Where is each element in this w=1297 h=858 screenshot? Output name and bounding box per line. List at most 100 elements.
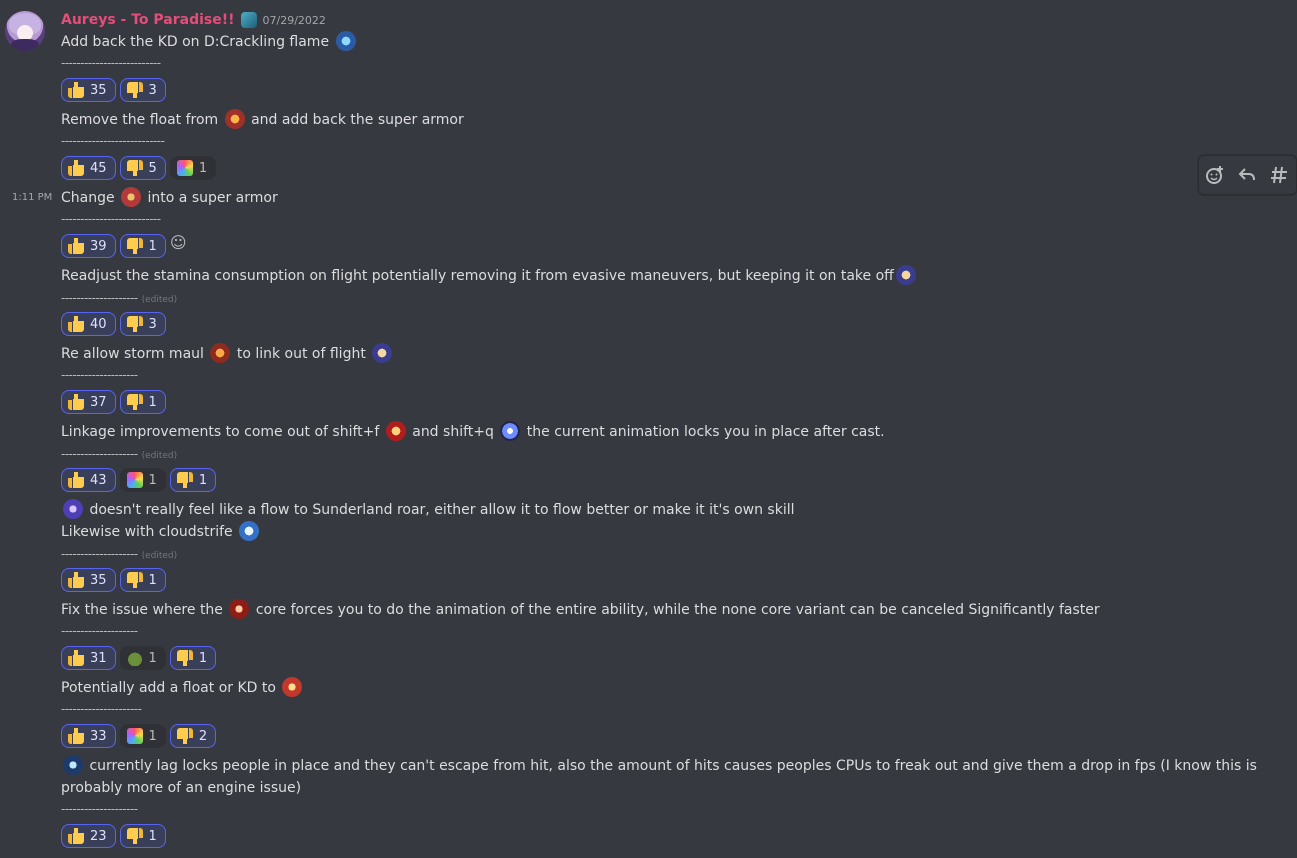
- reaction-count: 1: [148, 394, 157, 410]
- separator: -------------------- (edited): [61, 446, 177, 464]
- reaction-thumbs-down[interactable]: 1: [119, 234, 166, 258]
- thumbs-up-icon: [68, 160, 84, 176]
- reaction-count: 39: [90, 238, 107, 254]
- reaction-thumbs-up[interactable]: 31: [61, 646, 116, 670]
- skill-dragon-icon[interactable]: [895, 265, 916, 285]
- message-text: Re allow storm maul: [61, 346, 204, 362]
- separator: ---------------------------: [61, 134, 165, 148]
- reaction-count: 40: [90, 316, 107, 332]
- reaction-count: 2: [198, 728, 208, 744]
- separator: --------------------------: [61, 212, 161, 226]
- separator: --------------------: [61, 624, 138, 638]
- create-thread-button[interactable]: [1266, 161, 1294, 189]
- reaction-count: 1: [148, 572, 157, 588]
- thumbs-up-icon: [68, 728, 84, 744]
- sunderland-roar-icon[interactable]: [63, 499, 83, 519]
- edited-label: (edited): [141, 551, 178, 561]
- thumbs-down-icon: [126, 316, 143, 332]
- message-text: Likewise with cloudstrife: [61, 524, 233, 540]
- reaction-thumbs-up[interactable]: 35: [61, 78, 116, 102]
- reaction-thumbs-down[interactable]: 3: [119, 78, 166, 102]
- reaction-bar: 23 1: [61, 824, 166, 848]
- reaction-thumbs-down[interactable]: 1: [119, 824, 166, 848]
- separator-text: --------------------: [61, 447, 138, 461]
- reaction-count: 1: [148, 238, 157, 254]
- reaction-thumbs-up[interactable]: 23: [61, 824, 116, 848]
- message-date: 07/29/2022: [262, 13, 326, 27]
- reaction-thumbs-down[interactable]: 3: [119, 312, 166, 336]
- thumbs-down-icon: [126, 160, 143, 176]
- reaction-bar: 40 3: [61, 312, 166, 336]
- separator: ---------------------: [61, 702, 142, 716]
- skill-core-icon[interactable]: [229, 599, 250, 619]
- message-text: doesn't really feel like a flow to Sunde…: [89, 502, 795, 518]
- message-text: the current animation locks you in place…: [526, 424, 885, 440]
- reaction-thumbs-up[interactable]: 33: [61, 724, 116, 748]
- message-line: Linkage improvements to come out of shif…: [61, 421, 885, 442]
- reaction-thumbs-down[interactable]: 5: [119, 156, 166, 180]
- skill-flight-icon[interactable]: [372, 343, 393, 363]
- rainbow-icon: [176, 160, 193, 176]
- crackling-flame-icon[interactable]: [335, 31, 356, 51]
- avatar[interactable]: [5, 11, 45, 51]
- thumbs-up-icon: [68, 394, 84, 410]
- message-text: to link out of flight: [236, 346, 366, 362]
- separator: --------------------------: [61, 56, 161, 70]
- reaction-thumbs-up[interactable]: 43: [61, 468, 116, 492]
- add-reaction-button[interactable]: [1201, 161, 1229, 189]
- reaction-count: 37: [90, 394, 107, 410]
- reaction-thumbs-down[interactable]: 1: [169, 646, 217, 670]
- storm-maul-icon[interactable]: [210, 343, 231, 363]
- message-line: Change into a super armor: [61, 187, 278, 208]
- message-text: Remove the float from: [61, 112, 219, 128]
- message-line: Potentially add a float or KD to: [61, 677, 304, 698]
- username[interactable]: Aureys - To Paradise!!: [61, 12, 235, 28]
- reaction-thumbs-down[interactable]: 1: [119, 568, 166, 592]
- reaction-thumbs-up[interactable]: 37: [61, 390, 116, 414]
- server-badge-icon: [240, 12, 257, 28]
- skill-shift-q-icon[interactable]: [500, 421, 521, 441]
- message-text: and shift+q: [412, 424, 494, 440]
- thumbs-up-icon: [68, 82, 84, 98]
- reaction-rainbow[interactable]: 1: [169, 156, 217, 180]
- reaction-thumbs-down[interactable]: 1: [169, 468, 217, 492]
- skill-lag-icon[interactable]: [63, 755, 83, 775]
- skill-fire-icon[interactable]: [224, 109, 245, 129]
- reaction-thumbs-up[interactable]: 45: [61, 156, 116, 180]
- reaction-bar: 45 5 1: [61, 156, 217, 180]
- reaction-count: 1: [148, 728, 157, 744]
- rainbow-icon: [126, 728, 143, 744]
- thumbs-up-icon: [68, 572, 84, 588]
- separator-text: --------------------: [61, 547, 138, 561]
- separator: --------------------: [61, 368, 138, 382]
- reaction-thumbs-down[interactable]: 1: [119, 390, 166, 414]
- thumbs-up-icon: [68, 472, 84, 488]
- reaction-count: 1: [148, 828, 157, 844]
- cloudstrife-icon[interactable]: [239, 521, 260, 541]
- add-reaction-icon: [1206, 166, 1224, 184]
- skill-red-icon[interactable]: [121, 187, 142, 207]
- reaction-rainbow[interactable]: 1: [119, 724, 166, 748]
- message-text: core forces you to do the animation of t…: [255, 602, 1100, 618]
- reply-button[interactable]: [1233, 161, 1261, 189]
- thumbs-down-icon: [126, 394, 143, 410]
- reaction-count: 23: [90, 828, 107, 844]
- skill-shift-f-icon[interactable]: [385, 421, 406, 441]
- reaction-count: 1: [198, 472, 208, 488]
- message-line: Likewise with cloudstrife: [61, 521, 261, 542]
- reaction-frog[interactable]: 1: [119, 646, 166, 670]
- reaction-count: 1: [148, 472, 157, 488]
- reaction-thumbs-up[interactable]: 39: [61, 234, 116, 258]
- reaction-thumbs-up[interactable]: 40: [61, 312, 116, 336]
- rainbow-icon: [126, 472, 143, 488]
- thumbs-down-icon: [176, 728, 193, 744]
- add-reaction-icon[interactable]: ☺: [170, 234, 188, 252]
- message-text: Readjust the stamina consumption on flig…: [61, 268, 894, 284]
- skill-kd-icon[interactable]: [282, 677, 303, 697]
- reaction-thumbs-up[interactable]: 35: [61, 568, 116, 592]
- message-header: Aureys - To Paradise!! 07/29/2022: [61, 10, 326, 30]
- reaction-rainbow[interactable]: 1: [119, 468, 166, 492]
- reaction-thumbs-down[interactable]: 2: [169, 724, 217, 748]
- reaction-bar: 37 1: [61, 390, 166, 414]
- reaction-bar: 35 3: [61, 78, 166, 102]
